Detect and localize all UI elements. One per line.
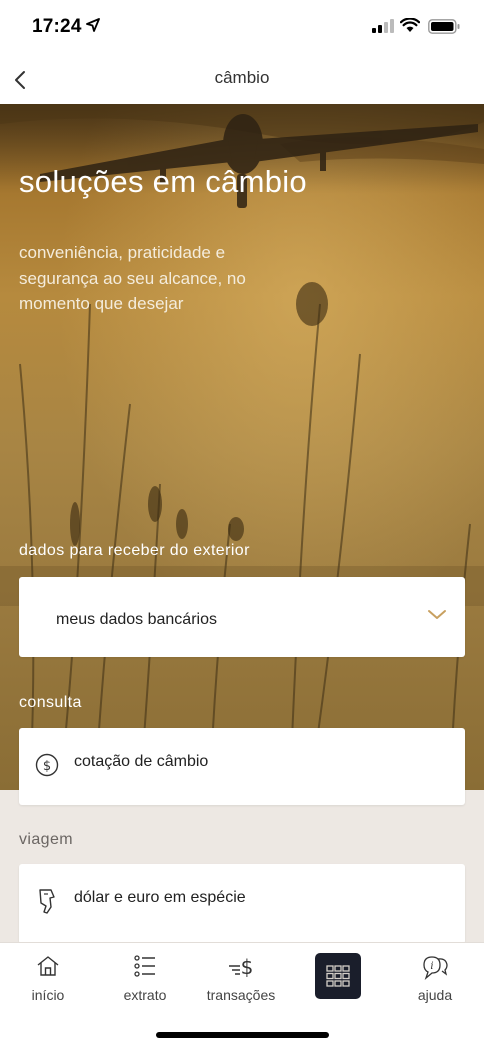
hero-subtitle: conveniência, praticidade e segurança ao… [19,243,246,313]
section-label-receive: dados para receber do exterior [19,542,250,559]
tab-transacoes-label: transações [206,987,276,1003]
svg-text:$: $ [43,759,51,774]
tab-ajuda-label: ajuda [417,987,453,1003]
location-arrow-icon [86,18,100,32]
tab-ajuda[interactable]: i ajuda [387,943,483,1013]
bank-details-dropdown[interactable]: meus dados bancários [19,577,465,657]
exchange-rate-label: cotação de câmbio [74,753,209,770]
status-bar: 17:24 [0,0,484,56]
page-title: câmbio [214,68,270,87]
tab-transacoes[interactable]: $ transações [193,943,289,1013]
section-label-consulta: consulta [19,694,82,711]
section-label-viagem: viagem [19,831,73,848]
tab-inicio-label: início [31,987,65,1003]
transfer-money-icon: $ [229,955,254,979]
home-icon [37,956,59,976]
main-menu-button[interactable] [315,953,361,999]
battery-icon [428,19,460,34]
bank-details-label: meus dados bancários [56,611,217,628]
cash-currency-card[interactable]: dólar e euro em espécie [19,864,465,944]
status-time: 17:24 [32,16,82,37]
chevron-down-icon [428,610,446,619]
list-icon [134,955,155,977]
hero-title: soluções em câmbio [19,164,307,199]
exchange-rate-card[interactable]: $ cotação de câmbio [19,728,465,805]
help-chat-icon: i [423,956,448,980]
wifi-icon [400,18,420,32]
tab-extrato-label: extrato [123,987,167,1003]
home-indicator [156,1032,329,1038]
hero-background-image [0,104,484,790]
tab-inicio[interactable]: início [0,943,96,1013]
cellular-signal-icon [372,19,394,33]
grid-menu-icon [326,965,350,987]
cash-in-hand-icon [39,889,55,914]
svg-text:$: $ [241,955,254,979]
svg-text:i: i [430,961,433,972]
tab-extrato[interactable]: extrato [97,943,193,1013]
dollar-coin-icon: $ [35,753,59,777]
nav-bar: câmbio [0,56,484,104]
cash-currency-label: dólar e euro em espécie [74,889,246,906]
hero-banner: soluções em câmbio conveniência, pratici… [0,104,484,790]
